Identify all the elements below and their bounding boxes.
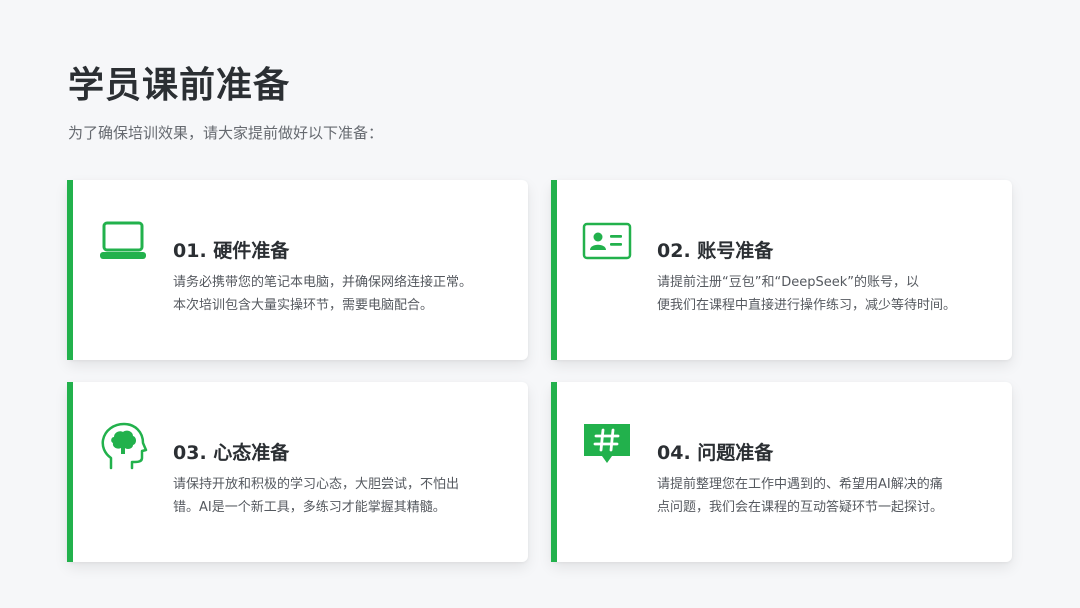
id-card-icon [581, 218, 633, 270]
page-subtitle: 为了确保培训效果，请大家提前做好以下准备： [68, 124, 384, 142]
brain-head-icon [97, 420, 149, 472]
card-description-line: 点问题，我们会在课程的互动答疑环节一起探讨。 [657, 500, 944, 515]
card-description: 请务必携带您的笔记本电脑，并确保网络连接正常。 本次培训包含大量实操环节，需要电… [173, 271, 513, 317]
card-accent-bar [551, 180, 557, 360]
card-title: 03. 心态准备 [173, 442, 290, 464]
card-mindset: 03. 心态准备 请保持开放和积极的学习心态，大胆尝试，不怕出 错。AI是一个新… [67, 382, 528, 562]
card-accent-bar [551, 382, 557, 562]
card-description-line: 便我们在课程中直接进行操作练习，减少等待时间。 [657, 298, 957, 313]
card-account: 02. 账号准备 请提前注册“豆包”和“DeepSeek”的账号，以 便我们在课… [551, 180, 1012, 360]
card-description: 请保持开放和积极的学习心态，大胆尝试，不怕出 错。AI是一个新工具，多练习才能掌… [173, 473, 513, 519]
card-description: 请提前注册“豆包”和“DeepSeek”的账号，以 便我们在课程中直接进行操作练… [657, 271, 997, 317]
card-accent-bar [67, 180, 73, 360]
card-hardware: 01. 硬件准备 请务必携带您的笔记本电脑，并确保网络连接正常。 本次培训包含大… [67, 180, 528, 360]
card-description-line: 请提前注册“豆包”和“DeepSeek”的账号，以 [657, 275, 919, 290]
laptop-icon [97, 218, 149, 270]
card-accent-bar [67, 382, 73, 562]
card-title: 04. 问题准备 [657, 442, 774, 464]
card-description-line: 本次培训包含大量实操环节，需要电脑配合。 [173, 298, 434, 313]
card-description: 请提前整理您在工作中遇到的、希望用AI解决的痛 点问题，我们会在课程的互动答疑环… [657, 473, 997, 519]
card-questions: 04. 问题准备 请提前整理您在工作中遇到的、希望用AI解决的痛 点问题，我们会… [551, 382, 1012, 562]
card-description-line: 错。AI是一个新工具，多练习才能掌握其精髓。 [173, 500, 446, 515]
card-description-line: 请保持开放和积极的学习心态，大胆尝试，不怕出 [173, 477, 460, 492]
card-description-line: 请提前整理您在工作中遇到的、希望用AI解决的痛 [657, 477, 943, 492]
card-description-line: 请务必携带您的笔记本电脑，并确保网络连接正常。 [173, 275, 473, 290]
card-title: 01. 硬件准备 [173, 240, 290, 262]
hashtag-icon [581, 420, 633, 472]
card-title: 02. 账号准备 [657, 240, 774, 262]
page-title: 学员课前准备 [68, 65, 291, 106]
